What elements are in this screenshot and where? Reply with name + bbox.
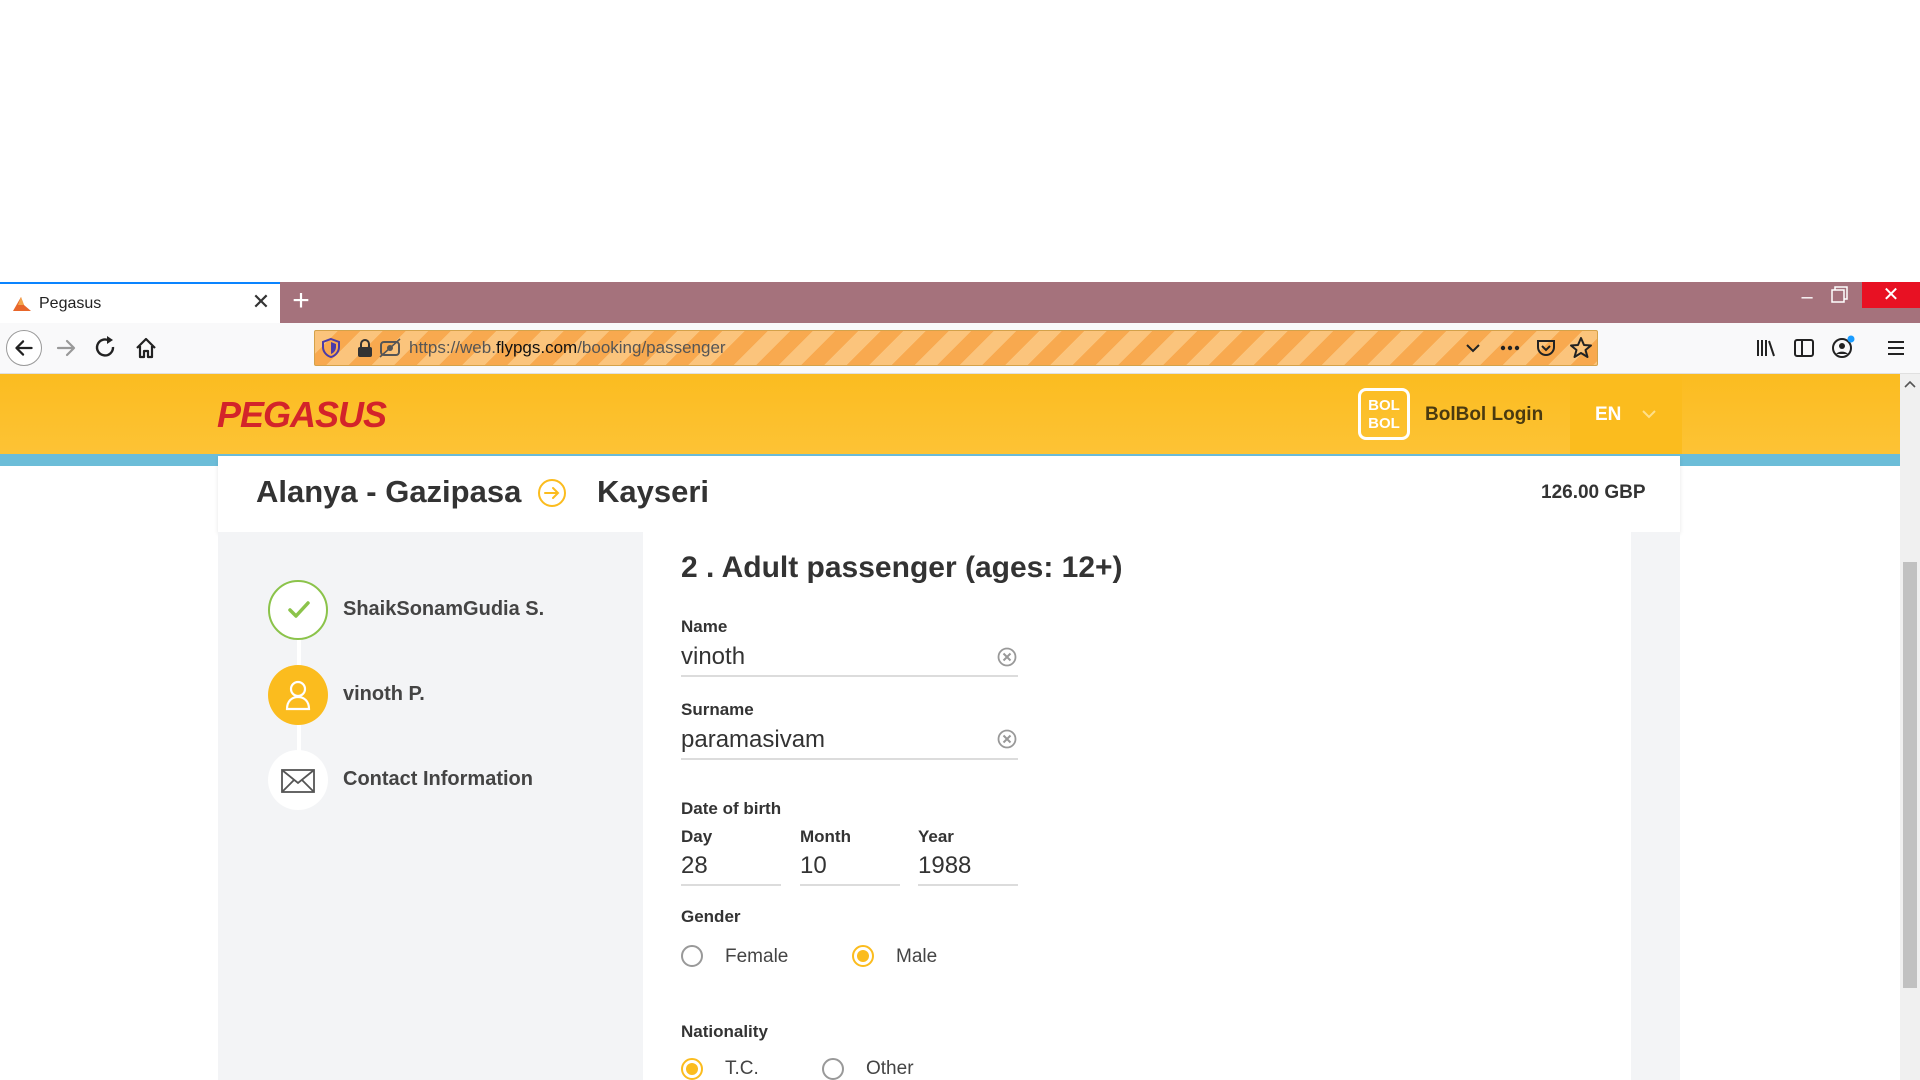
gender-male-radio[interactable] — [852, 945, 874, 967]
pegasus-favicon-icon — [13, 297, 31, 311]
reload-button[interactable] — [88, 330, 124, 366]
bolbol-badge-line2: BOL — [1368, 415, 1400, 432]
nationality-tc-label[interactable]: T.C. — [725, 1058, 759, 1080]
name-field[interactable]: vinoth — [681, 643, 745, 671]
name-field-underline — [681, 675, 1018, 677]
menu-icon[interactable] — [1884, 336, 1908, 360]
lock-icon[interactable] — [356, 337, 374, 359]
nationality-tc-radio[interactable] — [681, 1058, 703, 1080]
year-label: Year — [918, 827, 954, 846]
surname-field[interactable]: paramasivam — [681, 726, 825, 754]
check-icon — [288, 601, 310, 618]
clear-surname-icon[interactable] — [997, 729, 1017, 749]
forward-button[interactable] — [48, 330, 84, 366]
url-path: /booking/passenger — [577, 338, 726, 357]
scrollbar-thumb[interactable] — [1903, 562, 1917, 988]
person-icon — [285, 680, 311, 711]
day-field[interactable]: 28 — [681, 852, 708, 880]
nationality-label: Nationality — [681, 1022, 768, 1041]
month-label: Month — [800, 827, 851, 846]
route-origin: Alanya - Gazipasa — [256, 474, 522, 509]
year-field[interactable]: 1988 — [918, 852, 971, 880]
step-done-circle[interactable] — [268, 580, 328, 640]
step-active-circle[interactable] — [268, 665, 328, 725]
tab-title: Pegasus — [39, 295, 102, 312]
surname-field-underline — [681, 758, 1018, 760]
month-field[interactable]: 10 — [800, 852, 827, 880]
step-contact-information[interactable]: Contact Information — [343, 768, 533, 791]
month-field-underline — [800, 884, 900, 886]
url-domain: flypgs.com — [495, 338, 578, 357]
step-pending-circle[interactable] — [268, 750, 328, 810]
back-button[interactable] — [6, 330, 42, 366]
bookmark-star-icon[interactable] — [1569, 336, 1593, 360]
shield-icon[interactable] — [320, 337, 342, 359]
pocket-icon[interactable] — [1535, 337, 1557, 359]
surname-label: Surname — [681, 700, 754, 719]
url-prefix: https://web. — [409, 338, 496, 357]
nationality-other-label[interactable]: Other — [866, 1058, 914, 1080]
step-passenger-1[interactable]: ShaikSonamGudia S. — [343, 598, 544, 621]
envelope-icon — [281, 769, 315, 793]
home-button[interactable] — [128, 330, 164, 366]
passenger-form-panel — [643, 532, 1631, 1080]
camera-permission-icon[interactable] — [378, 337, 402, 359]
pegasus-logo[interactable]: PEGASUS — [217, 394, 387, 436]
nationality-other-radio[interactable] — [822, 1058, 844, 1080]
language-label[interactable]: EN — [1595, 404, 1621, 426]
language-selector[interactable] — [1570, 374, 1682, 454]
scroll-up-arrow-icon[interactable] — [1902, 376, 1918, 392]
bolbol-login-link[interactable]: BolBol Login — [1425, 404, 1543, 426]
year-field-underline — [918, 884, 1018, 886]
day-field-underline — [681, 884, 781, 886]
clear-name-icon[interactable] — [997, 647, 1017, 667]
window-restore-button[interactable] — [1830, 285, 1850, 305]
sidebar-icon[interactable] — [1792, 336, 1816, 360]
url-text[interactable]: https://web.flypgs.com/booking/passenger — [409, 338, 726, 358]
bolbol-badge-line1: BOL — [1368, 397, 1400, 414]
browser-tab[interactable]: Pegasus ✕ — [0, 282, 280, 323]
chevron-down-icon[interactable] — [1464, 339, 1482, 357]
gender-female-radio[interactable] — [681, 945, 703, 967]
step-passenger-2[interactable]: vinoth P. — [343, 683, 425, 706]
bolbol-logo-icon[interactable]: BOL BOL — [1358, 388, 1410, 440]
date-of-birth-label: Date of birth — [681, 799, 782, 818]
passenger-section-title: 2 . Adult passenger (ages: 12+) — [681, 551, 1123, 584]
arrow-right-circle-icon — [538, 479, 566, 507]
tab-close-icon[interactable]: ✕ — [250, 290, 272, 314]
day-label: Day — [681, 827, 713, 846]
page-actions-icon[interactable] — [1498, 339, 1522, 357]
window-close-button[interactable]: ✕ — [1862, 282, 1920, 308]
gender-female-label[interactable]: Female — [725, 946, 788, 968]
window-minimize-button[interactable]: – — [1796, 284, 1818, 310]
gender-label: Gender — [681, 907, 741, 926]
chevron-down-icon[interactable] — [1640, 405, 1658, 423]
library-icon[interactable] — [1754, 336, 1778, 360]
name-label: Name — [681, 617, 728, 636]
route-destination: Kayseri — [597, 474, 710, 509]
gender-male-label[interactable]: Male — [896, 946, 937, 968]
new-tab-button[interactable]: + — [288, 283, 314, 319]
total-price[interactable]: 126.00 GBP — [1541, 482, 1646, 504]
account-icon[interactable] — [1830, 334, 1856, 360]
